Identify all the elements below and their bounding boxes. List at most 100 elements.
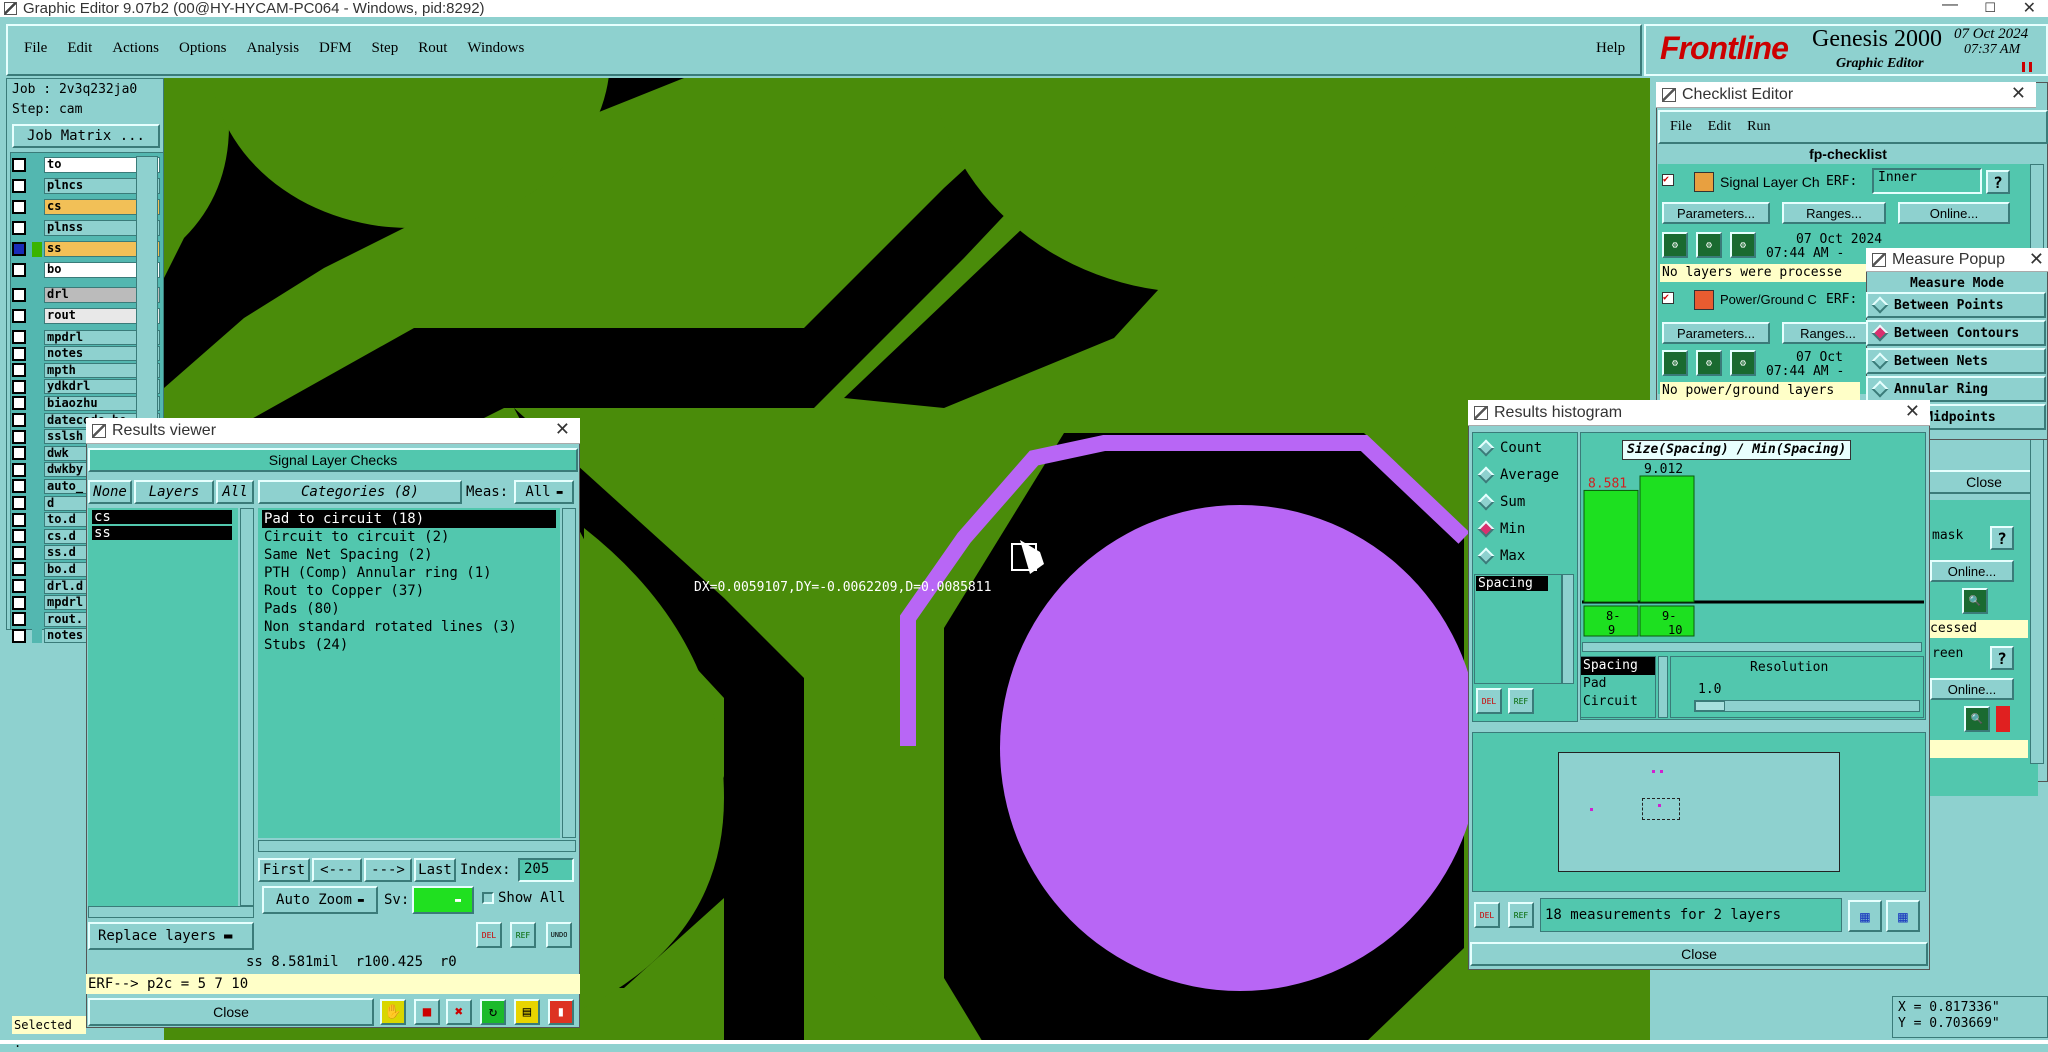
- close-icon[interactable]: ✕: [555, 419, 570, 440]
- toolbar-icon-6[interactable]: ▮: [548, 999, 574, 1025]
- sv-color-dropdown[interactable]: ▬: [412, 886, 474, 914]
- category-item[interactable]: Circuit to circuit (2): [262, 528, 556, 546]
- layer-checkbox[interactable]: [12, 429, 26, 444]
- layer-checkbox[interactable]: [12, 288, 26, 302]
- layer-checkbox[interactable]: [12, 179, 26, 193]
- layers-hscrollbar[interactable]: [88, 906, 254, 918]
- check-2-ranges-button[interactable]: Ranges...: [1782, 322, 1874, 344]
- hist-bar[interactable]: [1639, 475, 1695, 603]
- layer-checkbox[interactable]: [12, 158, 26, 172]
- menu-step[interactable]: Step: [372, 40, 399, 57]
- categories-hscrollbar[interactable]: [258, 840, 576, 852]
- minimize-icon[interactable]: —: [1942, 0, 1958, 14]
- layer-checkbox[interactable]: [12, 330, 26, 344]
- category-item[interactable]: PTH (Comp) Annular ring (1): [262, 564, 556, 582]
- results-viewer-titlebar[interactable]: Results viewer ✕: [86, 418, 580, 444]
- check-4-help-button[interactable]: ?: [1990, 646, 2014, 670]
- job-matrix-button[interactable]: Job Matrix ...: [12, 124, 160, 148]
- measure-option[interactable]: Between Nets: [1866, 348, 2046, 374]
- check-2-params-button[interactable]: Parameters...: [1662, 322, 1770, 344]
- next-button[interactable]: --->: [364, 858, 412, 882]
- toolbar-icon-5[interactable]: ▤: [514, 999, 540, 1025]
- del-button[interactable]: DEL: [476, 922, 502, 948]
- menu-actions[interactable]: Actions: [112, 40, 159, 57]
- stat-category-scrollbar[interactable]: [1562, 574, 1574, 684]
- measure-type-circuit[interactable]: Circuit: [1581, 693, 1655, 711]
- last-button[interactable]: Last: [414, 858, 456, 882]
- layers-list-item[interactable]: ss: [92, 526, 232, 540]
- menu-edit[interactable]: Edit: [67, 40, 92, 57]
- layers-button[interactable]: Layers: [134, 480, 214, 504]
- category-item[interactable]: Same Net Spacing (2): [262, 546, 556, 564]
- check-3-zoom-icon[interactable]: 🔍: [1962, 588, 1988, 614]
- none-button[interactable]: None: [88, 480, 132, 504]
- toolbar-icon-3[interactable]: ✖: [446, 999, 472, 1025]
- check-1-help-button[interactable]: ?: [1986, 170, 2010, 194]
- stat-option[interactable]: Min: [1477, 520, 1525, 538]
- menu-analysis[interactable]: Analysis: [247, 40, 300, 57]
- checklist-menu-run[interactable]: Run: [1747, 119, 1770, 135]
- hist-export-icon-1[interactable]: ▦: [1848, 900, 1882, 932]
- measure-type-pad[interactable]: Pad: [1581, 675, 1655, 693]
- layer-checkbox[interactable]: [12, 446, 26, 461]
- menu-file[interactable]: File: [24, 40, 47, 57]
- check-2-run-icon-3[interactable]: ⚙: [1730, 350, 1756, 376]
- measure-type-scrollbar[interactable]: [1658, 656, 1668, 718]
- ref-button[interactable]: REF: [510, 922, 536, 948]
- layer-checkbox[interactable]: [12, 612, 26, 627]
- toolbar-icon-2[interactable]: ■: [414, 999, 440, 1025]
- highlighted-pad[interactable]: [1000, 505, 1480, 991]
- check-2-run-icon-2[interactable]: ⚙: [1696, 350, 1722, 376]
- menu-dfm[interactable]: DFM: [319, 40, 352, 57]
- category-item[interactable]: Pads (80): [262, 600, 556, 618]
- checklist-close-button[interactable]: Close: [1928, 470, 2040, 494]
- check-1-run-icon[interactable]: ⚙: [1662, 232, 1688, 258]
- layers-scrollbar[interactable]: [240, 508, 254, 906]
- hist-ref-button-top[interactable]: REF: [1508, 688, 1534, 714]
- check-1-online-button[interactable]: Online...: [1898, 202, 2010, 224]
- check-1-name[interactable]: Signal Layer Ch: [1720, 174, 1820, 190]
- layer-checkbox[interactable]: [12, 346, 26, 361]
- categories-button[interactable]: Categories (8): [258, 480, 462, 504]
- layer-checkbox[interactable]: [12, 309, 26, 323]
- meas-dropdown[interactable]: All ▬: [514, 480, 574, 504]
- layer-checkbox[interactable]: [12, 413, 26, 427]
- histogram-preview[interactable]: [1558, 752, 1840, 872]
- categories-scrollbar[interactable]: [562, 508, 576, 838]
- category-item[interactable]: Rout to Copper (37): [262, 582, 556, 600]
- hist-export-icon-2[interactable]: ▦: [1886, 900, 1920, 932]
- layer-checkbox[interactable]: [12, 512, 26, 527]
- layer-checkbox[interactable]: [12, 462, 26, 477]
- resolution-slider-thumb[interactable]: [1695, 701, 1725, 711]
- check-4-zoom-icon[interactable]: 🔍: [1964, 706, 1990, 732]
- resolution-slider[interactable]: [1694, 700, 1920, 712]
- menu-help[interactable]: Help: [1596, 40, 1625, 57]
- stat-category-spacing[interactable]: Spacing: [1476, 576, 1548, 591]
- layer-checkbox[interactable]: [12, 242, 26, 256]
- histogram-chart[interactable]: 8.581 8-9 9.012 9-10: [1580, 460, 1926, 640]
- close-icon[interactable]: ✕: [2029, 249, 2044, 270]
- stat-option[interactable]: Max: [1477, 547, 1525, 565]
- auto-zoom-dropdown[interactable]: Auto Zoom ▬: [262, 886, 378, 914]
- replace-layers-dropdown[interactable]: Replace layers ▬: [88, 922, 254, 950]
- check-1-enabled-checkbox[interactable]: ✔: [1662, 174, 1674, 186]
- close-icon[interactable]: ✕: [1905, 401, 1920, 422]
- menu-windows[interactable]: Windows: [467, 40, 524, 57]
- measure-option[interactable]: Annular Ring: [1866, 376, 2046, 402]
- hist-bar[interactable]: [1583, 489, 1639, 603]
- toolbar-icon-4[interactable]: ↻: [480, 999, 506, 1025]
- layer-checkbox[interactable]: [12, 263, 26, 277]
- histogram-titlebar[interactable]: Results histogram ✕: [1468, 400, 1930, 426]
- menu-options[interactable]: Options: [179, 40, 227, 57]
- check-3-help-button[interactable]: ?: [1990, 526, 2014, 550]
- check-1-params-button[interactable]: Parameters...: [1662, 202, 1770, 224]
- check-1-ranges-button[interactable]: Ranges...: [1782, 202, 1886, 224]
- layer-checkbox[interactable]: [12, 628, 26, 643]
- layer-checkbox[interactable]: [12, 579, 26, 593]
- layer-checkbox[interactable]: [12, 379, 26, 394]
- checklist-menu-file[interactable]: File: [1670, 119, 1692, 135]
- check-1-run-icon-3[interactable]: ⚙: [1730, 232, 1756, 258]
- layer-checkbox[interactable]: [12, 562, 26, 577]
- layer-checkbox[interactable]: [12, 595, 26, 610]
- undo-button[interactable]: UNDO: [546, 922, 572, 948]
